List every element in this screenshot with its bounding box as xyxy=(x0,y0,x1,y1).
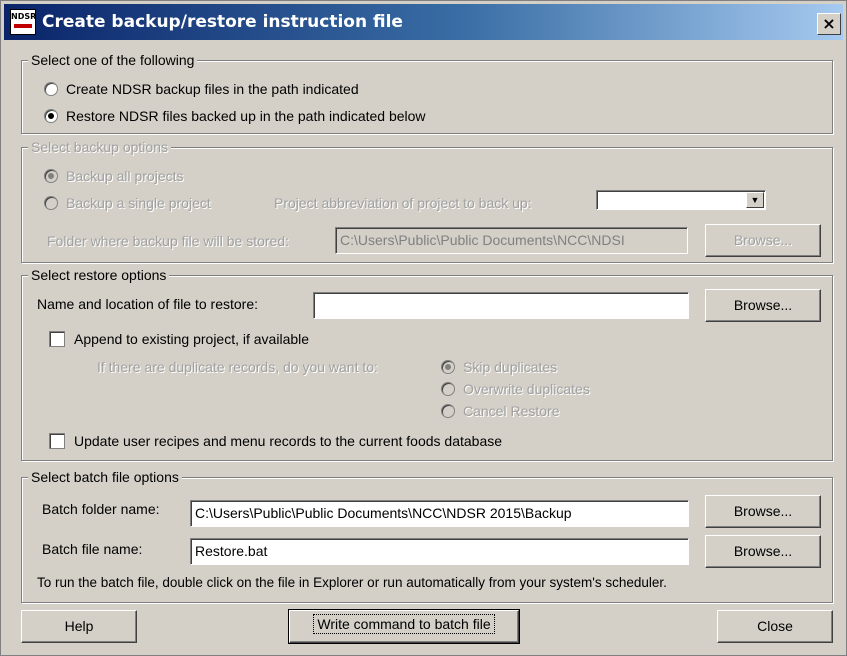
restore-browse-label: Browse... xyxy=(733,297,793,313)
radio-create-backup[interactable]: Create NDSR backup files in the path ind… xyxy=(44,80,359,98)
radio-cancel-restore-icon[interactable] xyxy=(441,404,455,419)
append-checkbox[interactable]: Append to existing project, if available xyxy=(49,330,309,348)
title-bar[interactable]: NDSR Create backup/restore instruction f… xyxy=(4,4,843,40)
radio-backup-all[interactable]: Backup all projects xyxy=(44,167,184,185)
batch-hint-text: To run the batch file, double click on t… xyxy=(37,575,667,590)
batch-file-input[interactable]: Restore.bat xyxy=(190,538,689,565)
restore-file-label: Name and location of file to restore: xyxy=(37,296,259,312)
radio-backup-all-icon[interactable] xyxy=(44,169,58,184)
backup-folder-input[interactable]: C:\Users\Public\Public Documents\NCC\NDS… xyxy=(335,227,688,254)
backup-options-group: Select backup options Backup all project… xyxy=(21,138,833,263)
ndsr-logo-icon: NDSR xyxy=(10,9,36,35)
backup-browse-label: Browse... xyxy=(733,232,793,248)
restore-options-legend: Select restore options xyxy=(28,266,170,284)
radio-overwrite-duplicates-icon[interactable] xyxy=(441,382,455,397)
radio-backup-single-label: Backup a single project xyxy=(66,195,211,211)
radio-cancel-restore-label: Cancel Restore xyxy=(463,403,560,419)
backup-browse-button[interactable]: Browse... xyxy=(705,224,821,257)
append-checkbox-box[interactable] xyxy=(49,331,65,348)
radio-create-backup-icon[interactable] xyxy=(44,82,58,97)
radio-overwrite-duplicates-label: Overwrite duplicates xyxy=(463,381,590,397)
batch-file-browse-button[interactable]: Browse... xyxy=(705,535,821,568)
radio-skip-duplicates[interactable]: Skip duplicates xyxy=(441,358,557,376)
radio-skip-duplicates-label: Skip duplicates xyxy=(463,359,558,375)
batch-options-group: Select batch file options Batch folder n… xyxy=(21,468,833,603)
duplicates-question: If there are duplicate records, do you w… xyxy=(97,359,378,375)
radio-overwrite-duplicates[interactable]: Overwrite duplicates xyxy=(441,380,590,398)
restore-browse-button[interactable]: Browse... xyxy=(705,289,821,322)
batch-file-label: Batch file name: xyxy=(42,541,143,557)
update-recipes-checkbox-label: Update user recipes and menu records to … xyxy=(74,433,503,449)
append-checkbox-label: Append to existing project, if available xyxy=(74,331,310,347)
radio-cancel-restore[interactable]: Cancel Restore xyxy=(441,402,560,420)
radio-backup-all-label: Backup all projects xyxy=(66,168,184,184)
update-recipes-checkbox[interactable]: Update user recipes and menu records to … xyxy=(49,432,502,450)
select-action-legend: Select one of the following xyxy=(28,51,198,69)
write-batch-button-label: Write command to batch file xyxy=(313,614,495,634)
backup-options-legend: Select backup options xyxy=(28,138,171,156)
window-title: Create backup/restore instruction file xyxy=(42,12,403,32)
close-button[interactable]: Close xyxy=(717,610,833,643)
update-recipes-checkbox-box[interactable] xyxy=(49,433,65,450)
dropdown-arrow-icon[interactable]: ▼ xyxy=(746,192,764,208)
help-button-label: Help xyxy=(64,618,94,634)
radio-backup-single[interactable]: Backup a single project xyxy=(44,194,211,212)
project-abbrev-select[interactable]: ▼ xyxy=(596,190,766,210)
radio-backup-single-icon[interactable] xyxy=(44,196,58,211)
batch-file-browse-label: Browse... xyxy=(733,543,793,559)
project-abbrev-label: Project abbreviation of project to back … xyxy=(274,195,532,211)
batch-folder-browse-button[interactable]: Browse... xyxy=(705,495,821,528)
restore-options-group: Select restore options Name and location… xyxy=(21,266,833,461)
batch-folder-browse-label: Browse... xyxy=(733,503,793,519)
batch-folder-label: Batch folder name: xyxy=(42,501,160,517)
radio-restore-icon[interactable] xyxy=(44,109,58,124)
help-button[interactable]: Help xyxy=(21,610,137,643)
radio-create-backup-label: Create NDSR backup files in the path ind… xyxy=(66,81,359,97)
select-action-group: Select one of the following Create NDSR … xyxy=(21,51,833,134)
radio-restore[interactable]: Restore NDSR files backed up in the path… xyxy=(44,107,426,125)
batch-options-legend: Select batch file options xyxy=(28,468,182,486)
restore-file-input[interactable] xyxy=(313,292,689,319)
backup-folder-label: Folder where backup file will be stored: xyxy=(47,233,290,249)
radio-restore-label: Restore NDSR files backed up in the path… xyxy=(66,108,426,124)
close-button-label: Close xyxy=(757,618,793,634)
backup-restore-dialog: NDSR Create backup/restore instruction f… xyxy=(0,0,847,656)
write-batch-button[interactable]: Write command to batch file xyxy=(288,609,520,644)
radio-skip-duplicates-icon[interactable] xyxy=(441,360,455,375)
batch-folder-input[interactable]: C:\Users\Public\Public Documents\NCC\NDS… xyxy=(190,500,689,527)
close-icon[interactable]: × xyxy=(817,13,841,35)
